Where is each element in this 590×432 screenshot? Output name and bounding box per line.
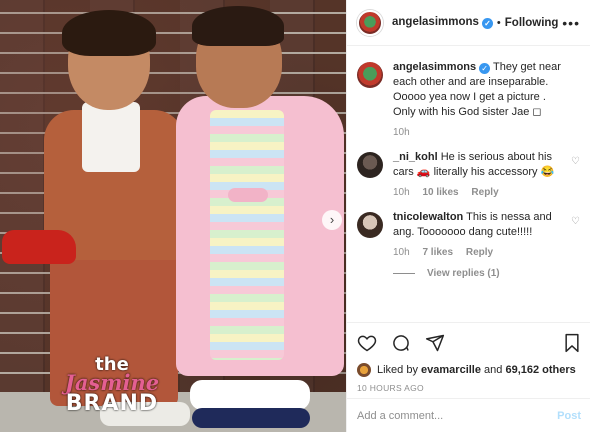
comment-username[interactable]: tnicolewalton [393,211,463,223]
comment-username[interactable]: _ni_kohl [393,151,438,163]
comment-body: _ni_kohl He is serious about his cars 🚗 … [393,150,580,200]
watermark-brand: BRAND [65,391,159,416]
boy-hair [62,10,156,56]
caption-avatar[interactable] [357,62,383,88]
add-comment-bar: Post [347,398,590,432]
heart-icon[interactable] [357,333,377,353]
following-button[interactable]: Following [505,17,559,29]
likes-summary[interactable]: Liked by evamarcille and 69,162 others [357,363,581,377]
caption-time[interactable]: 10h [393,127,410,138]
author-username[interactable]: angelasimmons [392,16,479,28]
comment-likes[interactable]: 10 likes [422,187,458,198]
girl-hair [192,6,284,46]
comment-reply-button[interactable]: Reply [466,247,493,258]
post-header: angelasimmons ✓ • Following ••• [347,0,590,46]
likes-joiner: and [484,364,503,376]
likes-count[interactable]: 69,162 others [505,364,575,376]
comment-body: tnicolewalton This is nessa and ang. Too… [393,210,580,260]
caption: angelasimmons ✓ They get near each other … [357,60,580,140]
toy-car [2,230,76,264]
post-photo[interactable]: › the Jasmine BRAND [0,0,346,432]
comment-avatar[interactable] [357,212,383,238]
author-avatar[interactable] [357,9,383,36]
add-comment-input[interactable] [357,409,558,422]
girl-bow [228,188,268,202]
more-options-icon[interactable]: ••• [562,15,580,31]
comment-avatar[interactable] [357,152,383,178]
share-icon[interactable] [425,333,445,353]
view-replies-button[interactable]: View replies (1) [393,268,580,279]
comment-meta: 10h 10 likes Reply [393,185,566,200]
post-actions: Liked by evamarcille and 69,162 others 1… [347,322,590,393]
watermark-logo: the Jasmine BRAND [52,356,172,415]
carousel-next-icon[interactable]: › [322,210,342,230]
watermark-jasmine: Jasmine [64,370,160,395]
liker-username[interactable]: evamarcille [421,364,481,376]
comment-meta: 10h 7 likes Reply [393,245,566,260]
boy-collar [82,102,140,172]
action-row [357,331,581,355]
post-side-panel: angelasimmons ✓ • Following ••• angelasim… [346,0,590,432]
girl-dress [210,110,284,360]
post-comment-button[interactable]: Post [557,410,581,422]
post-timestamp[interactable]: 10 HOURS AGO [357,383,581,393]
comments-list[interactable]: angelasimmons ✓ They get near each other … [347,46,590,322]
comment-reply-button[interactable]: Reply [471,187,498,198]
separator-dot: • [496,16,501,29]
heart-icon[interactable]: ♡ [571,216,580,227]
likes-prefix: Liked by [377,364,418,376]
replies-divider [393,273,415,274]
comment-time[interactable]: 10h [393,187,410,198]
heart-icon[interactable]: ♡ [571,156,580,167]
comment-time[interactable]: 10h [393,247,410,258]
comment-item: _ni_kohl He is serious about his cars 🚗 … [357,150,580,200]
verified-badge-icon: ✓ [481,18,493,29]
caption-meta: 10h [393,125,566,140]
caption-username[interactable]: angelasimmons [393,61,476,73]
verified-badge-icon: ✓ [479,63,491,74]
author-username-link[interactable]: angelasimmons ✓ [392,16,493,29]
comment-likes[interactable]: 7 likes [422,247,453,258]
girl-shoes [192,408,310,428]
caption-body: angelasimmons ✓ They get near each other … [393,60,580,140]
comment-icon[interactable] [391,333,411,353]
girl-figure [176,0,346,432]
girl-socks [190,380,310,410]
liker-avatar [357,363,371,377]
bookmark-icon[interactable] [563,333,581,353]
view-replies-label[interactable]: View replies (1) [427,268,500,279]
comment-item: tnicolewalton This is nessa and ang. Too… [357,210,580,260]
